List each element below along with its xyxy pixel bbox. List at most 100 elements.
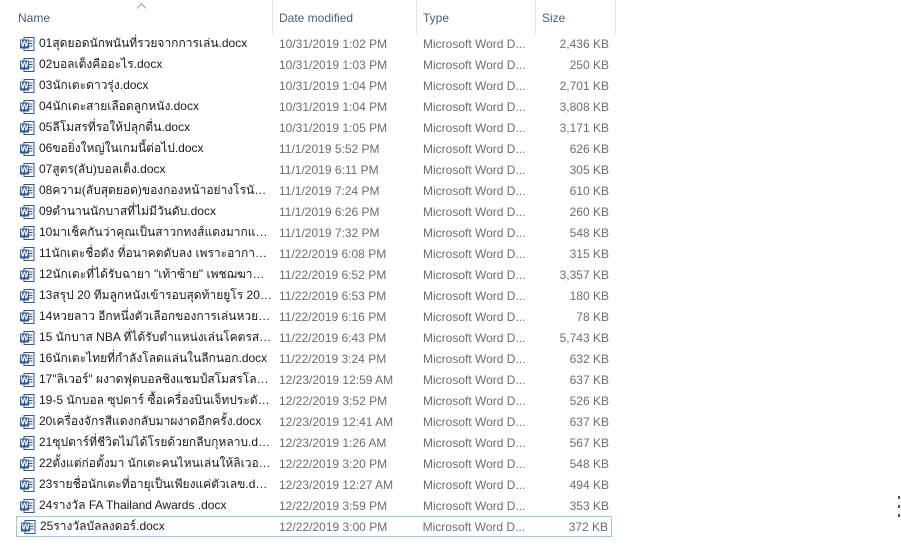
column-header-date-modified[interactable]: Date modified	[273, 0, 417, 35]
file-date-modified: 11/22/2019 6:08 PM	[279, 246, 387, 261]
file-date-modified: 10/31/2019 1:03 PM	[279, 57, 388, 72]
word-document-icon: W	[20, 141, 35, 156]
file-type: Microsoft Word D...	[423, 225, 526, 240]
file-row[interactable]: W 01สุดยอดนักพนันที่รวยจากการเล่น.docx 10/…	[16, 33, 612, 54]
file-row[interactable]: W 03นักเตะดาวรุ่ง.docx 10/31/2019 1:04 PM M…	[16, 75, 612, 96]
file-name-cell: W 16นักเตะไทยที่กำลังโลดแล่นในลีกนอก.docx	[16, 349, 273, 368]
svg-text:W: W	[20, 165, 29, 174]
file-type: Microsoft Word D...	[423, 351, 526, 366]
file-type: Microsoft Word D...	[423, 435, 526, 450]
file-size: 610 KB	[569, 183, 609, 198]
word-document-icon: W	[21, 519, 36, 534]
file-row[interactable]: W 07สูตร(ลับ)บอลเต็ง.docx 11/1/2019 6:11 P…	[16, 159, 612, 180]
file-row[interactable]: W 09ตำนานนักบาสที่ไม่มีวันดับ.docx 11/1/20…	[16, 201, 612, 222]
file-row[interactable]: W 22ตั้งแต่ก่อตั้งมา นักเตะคนไหนเล่นให้ลิ…	[16, 453, 612, 474]
file-name: 15 นักบาส NBA ที่ได้รับตำแหน่งเล่นโคตรสก…	[39, 330, 272, 344]
file-row[interactable]: W 19-5 นักบอล ซุปตาร์ ซื้อเครื่องบินเจ็ทป…	[16, 390, 612, 411]
file-size: 305 KB	[569, 162, 609, 177]
file-type: Microsoft Word D...	[423, 99, 526, 114]
file-row[interactable]: W 02บอลเต็งคืออะไร.docx 10/31/2019 1:03 PM…	[16, 54, 612, 75]
column-header-type[interactable]: Type	[417, 0, 536, 35]
file-row[interactable]: W 06ขอยิ่งใหญ่ในเกมนี้ต่อไป.docx 11/1/2019…	[16, 138, 612, 159]
file-name: 22ตั้งแต่ก่อตั้งมา นักเตะคนไหนเล่นให้ลิเ…	[39, 456, 272, 470]
file-row[interactable]: W 11นักเตะชื่อดัง ที่อนาคตดับลง เพราะอากา…	[16, 243, 612, 264]
file-size: 2,436 KB	[559, 36, 609, 51]
word-document-icon: W	[20, 309, 35, 324]
file-row[interactable]: W 20เครื่องจักรสีแดงกลับมาผงาดอีกครั้ง.do…	[16, 411, 612, 432]
file-size: 372 KB	[568, 519, 608, 534]
svg-text:W: W	[20, 186, 29, 195]
file-date-modified: 10/31/2019 1:04 PM	[279, 99, 388, 114]
file-name: 20เครื่องจักรสีแดงกลับมาผงาดอีกครั้ง.doc…	[39, 414, 262, 428]
file-date-modified: 11/22/2019 6:52 PM	[279, 267, 387, 282]
file-row[interactable]: W 10มาเช็คกันว่าคุณเป็นสาวกทงส์แดงมากแค่ไ…	[16, 222, 612, 243]
file-name-cell: W 09ตำนานนักบาสที่ไม่มีวันดับ.docx	[16, 202, 273, 221]
file-name-cell: W 10มาเช็คกันว่าคุณเป็นสาวกทงส์แดงมากแค่ไ…	[16, 223, 273, 242]
word-document-icon: W	[20, 351, 35, 366]
file-date-modified: 11/1/2019 5:52 PM	[279, 141, 380, 156]
file-name: 25รางวัลบัลลงดอร์.docx	[40, 519, 165, 533]
file-type: Microsoft Word D...	[423, 183, 526, 198]
word-document-icon: W	[20, 498, 35, 513]
file-size: 315 KB	[569, 246, 609, 261]
file-name-cell: W 21ซุปตาร์ที่ชีวิตไม่ได้โรยด้วยกลีบกุหลา…	[16, 433, 273, 452]
file-size: 5,743 KB	[559, 330, 609, 345]
file-row[interactable]: W 13สรุป 20 ทีมลูกหนังเข้ารอบสุดท้ายยูโร …	[16, 285, 612, 306]
file-type: Microsoft Word D...	[423, 456, 526, 471]
word-document-icon: W	[20, 120, 35, 135]
file-row[interactable]: W 23รายชื่อนักเตะที่อายุเป็นเพียงแค่ตัวเล…	[16, 474, 612, 495]
file-row[interactable]: W 21ซุปตาร์ที่ชีวิตไม่ได้โรยด้วยกลีบกุหลา…	[16, 432, 612, 453]
svg-text:W: W	[20, 333, 29, 342]
word-document-icon: W	[20, 288, 35, 303]
file-size: 78 KB	[576, 309, 609, 324]
file-size: 632 KB	[569, 351, 609, 366]
file-name-cell: W 07สูตร(ลับ)บอลเต็ง.docx	[16, 160, 273, 179]
file-name-cell: W 25รางวัลบัลลงดอร์.docx	[17, 517, 273, 536]
file-date-modified: 10/31/2019 1:04 PM	[279, 78, 388, 93]
file-name: 12นักเตะที่ได้รับฉายา "เท้าซ้าย" เพชฌฆาต…	[39, 267, 272, 281]
svg-text:W: W	[20, 102, 29, 111]
file-date-modified: 12/23/2019 12:59 AM	[279, 372, 394, 387]
word-document-icon: W	[20, 225, 35, 240]
file-date-modified: 12/22/2019 3:52 PM	[279, 393, 388, 408]
file-name: 04นักเตะสายเลือดลูกหนัง.docx	[39, 99, 199, 113]
column-header-name[interactable]: Name	[0, 0, 273, 35]
file-name-cell: W 01สุดยอดนักพนันที่รวยจากการเล่น.docx	[16, 34, 273, 53]
file-row[interactable]: W 16นักเตะไทยที่กำลังโลดแล่นในลีกนอก.docx…	[16, 348, 612, 369]
file-row[interactable]: W 14หวยลาว อีกหนึ่งตัวเลือกของการเล่นหวย.…	[16, 306, 612, 327]
file-row[interactable]: W 25รางวัลบัลลงดอร์.docx 12/22/2019 3:00 P…	[16, 516, 612, 537]
file-size: 548 KB	[569, 225, 609, 240]
svg-text:W: W	[20, 312, 29, 321]
file-name-cell: W 04นักเตะสายเลือดลูกหนัง.docx	[16, 97, 273, 116]
svg-text:W: W	[20, 354, 29, 363]
file-name-cell: W 11นักเตะชื่อดัง ที่อนาคตดับลง เพราะอากา…	[16, 244, 273, 263]
file-type: Microsoft Word D...	[423, 162, 526, 177]
file-type: Microsoft Word D...	[423, 330, 526, 345]
file-date-modified: 10/31/2019 1:05 PM	[279, 120, 388, 135]
file-type: Microsoft Word D...	[423, 57, 526, 72]
file-name: 13สรุป 20 ทีมลูกหนังเข้ารอบสุดท้ายยูโร 2…	[39, 288, 272, 302]
file-name-cell: W 19-5 นักบอล ซุปตาร์ ซื้อเครื่องบินเจ็ทป…	[16, 391, 273, 410]
file-row[interactable]: W 12นักเตะที่ได้รับฉายา "เท้าซ้าย" เพชฌฆา…	[16, 264, 612, 285]
file-size: 260 KB	[569, 204, 609, 219]
file-row[interactable]: W 08ความ(ลับสุดยอด)ของกองหน้าอย่างโรนัลโด…	[16, 180, 612, 201]
file-row[interactable]: W 24รางวัล FA Thailand Awards .docx 12/22/…	[16, 495, 612, 516]
word-document-icon: W	[20, 78, 35, 93]
file-row[interactable]: W 04นักเตะสายเลือดลูกหนัง.docx 10/31/2019 …	[16, 96, 612, 117]
file-row[interactable]: W 15 นักบาส NBA ที่ได้รับตำแหน่งเล่นโคตรส…	[16, 327, 612, 348]
file-size: 3,357 KB	[559, 267, 609, 282]
file-name: 21ซุปตาร์ที่ชีวิตไม่ได้โรยด้วยกลีบกุหลาบ…	[39, 435, 272, 449]
file-size: 548 KB	[569, 456, 609, 471]
file-size: 3,808 KB	[559, 99, 609, 114]
file-name: 08ความ(ลับสุดยอด)ของกองหน้าอย่างโรนัลโด้…	[39, 183, 272, 197]
file-date-modified: 12/22/2019 3:00 PM	[279, 519, 388, 534]
file-name-cell: W 05ลีโมสรที่รอให้ปลุกตื่น.docx	[16, 118, 273, 137]
file-row[interactable]: W 17"ลิเวอร์" ผงาดฟุตบอลชิงแชมป์สโมสรโลก.…	[16, 369, 612, 390]
column-header-size[interactable]: Size	[536, 0, 616, 35]
file-size: 353 KB	[569, 498, 609, 513]
file-date-modified: 11/1/2019 6:26 PM	[279, 204, 380, 219]
file-type: Microsoft Word D...	[423, 498, 526, 513]
file-row[interactable]: W 05ลีโมสรที่รอให้ปลุกตื่น.docx 10/31/2019…	[16, 117, 612, 138]
column-header-size-label: Size	[542, 11, 566, 25]
file-size: 250 KB	[569, 57, 609, 72]
